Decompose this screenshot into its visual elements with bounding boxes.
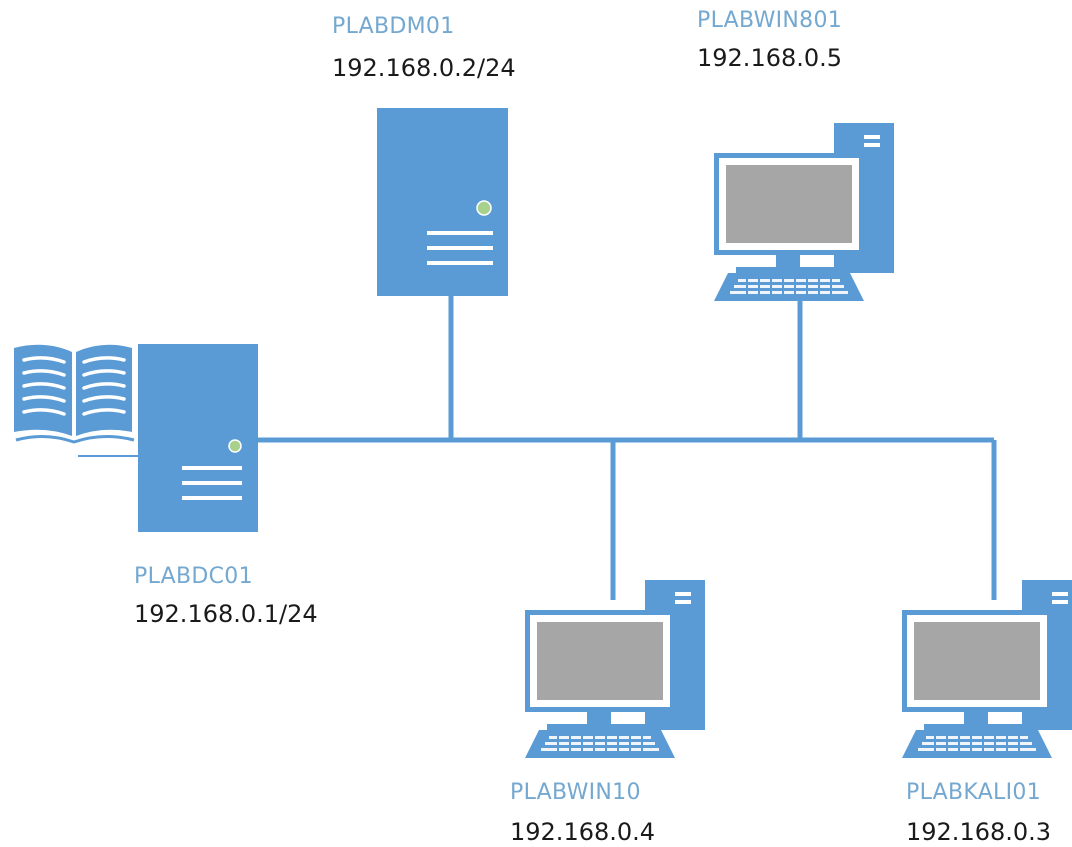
host-name-plabwin801: PLABWIN801 [697,8,843,33]
host-ip-plabwin10: 192.168.0.4 [510,818,656,846]
desktop-computer-icon [714,123,894,301]
server-tower-icon [138,344,258,532]
server-tower-icon [377,108,508,296]
desktop-computer-icon [902,580,1072,758]
host-name-plabdc01: PLABDC01 [134,564,253,589]
host-name-plabkali01: PLABKALI01 [906,780,1041,805]
host-ip-plabwin801: 192.168.0.5 [697,44,843,72]
host-name-plabwin10: PLABWIN10 [510,780,641,805]
desktop-computer-icon [525,580,705,758]
host-ip-plabdc01: 192.168.0.1/24 [134,600,318,628]
host-ip-plabdm01: 192.168.0.2/24 [332,54,516,82]
network-links [258,282,997,600]
network-diagram: PLABDM01 192.168.0.2/24 PLABWIN801 192.1… [0,0,1072,846]
book-icon [14,344,138,457]
host-ip-plabkali01: 192.168.0.3 [906,818,1052,846]
diagram-canvas [14,108,1072,758]
host-name-plabdm01: PLABDM01 [332,14,455,39]
